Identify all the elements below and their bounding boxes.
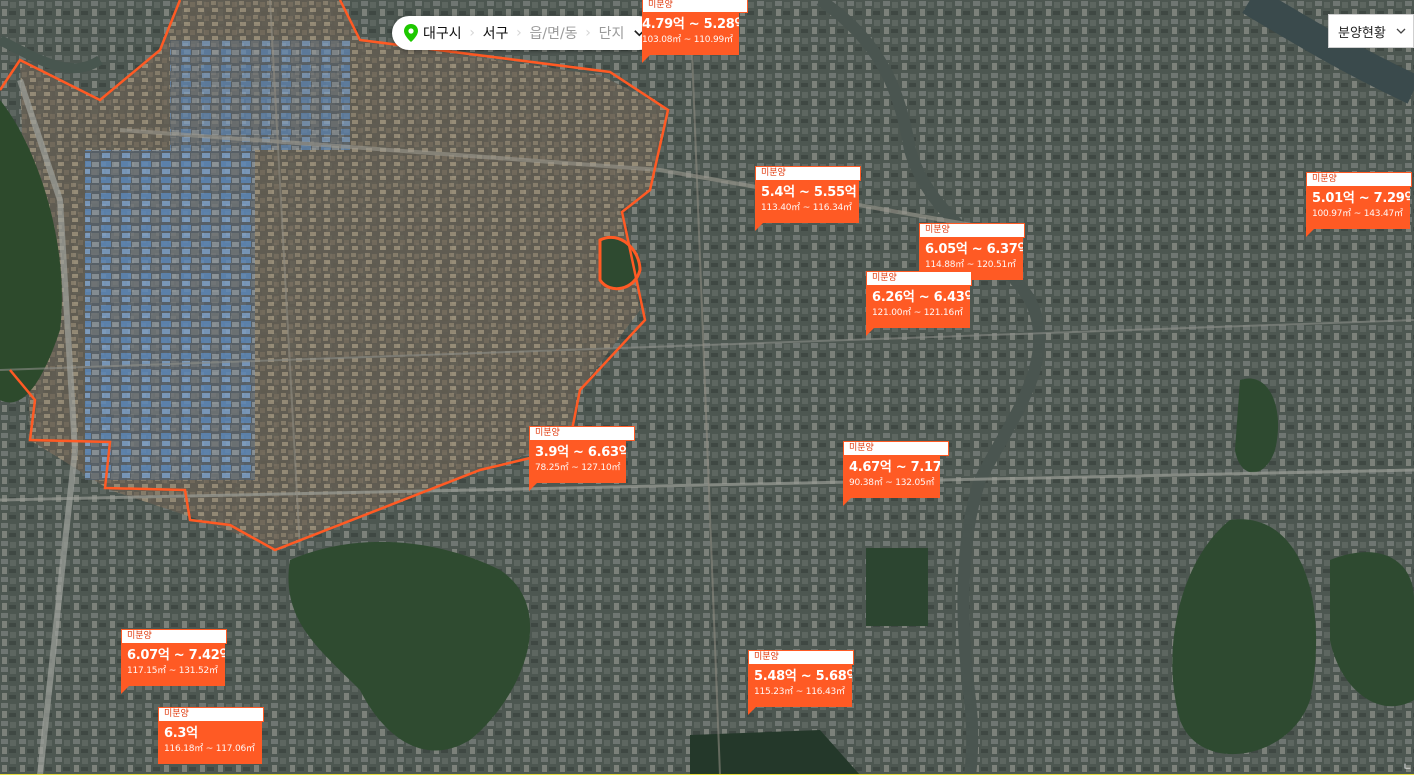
price-range: 6.05억 ~ 6.37억 bbox=[925, 242, 1023, 257]
area-range: 114.88㎡ ~ 120.51㎡ bbox=[925, 260, 1016, 270]
area-range: 113.40㎡ ~ 116.34㎡ bbox=[761, 203, 852, 213]
breadcrumb-city-label: 대구시 bbox=[423, 26, 462, 42]
marker-tail bbox=[866, 327, 875, 336]
price-range: 6.3억 bbox=[164, 726, 198, 741]
breadcrumb-district[interactable]: 서구 bbox=[483, 16, 509, 50]
listing-marker[interactable]: 미분양 6.07억 ~ 7.42억 117.15㎡ ~ 131.52㎡ bbox=[121, 629, 227, 694]
price-range: 5.01억 ~ 7.29억 bbox=[1312, 191, 1410, 206]
breadcrumb-town-label: 읍/면/동 bbox=[529, 26, 578, 42]
area-range: 117.15㎡ ~ 131.52㎡ bbox=[127, 666, 218, 676]
marker-tail bbox=[748, 706, 757, 715]
marker-tail bbox=[843, 497, 852, 506]
marker-body: 6.07억 ~ 7.42억 117.15㎡ ~ 131.52㎡ bbox=[121, 644, 225, 686]
price-range: 6.26억 ~ 6.43억 bbox=[872, 290, 970, 305]
price-range: 3.9억 ~ 6.63억 bbox=[535, 445, 626, 460]
unsold-tag: 미분양 bbox=[919, 223, 1025, 238]
unsold-tag: 미분양 bbox=[866, 271, 972, 286]
breadcrumb-complex[interactable]: 단지 bbox=[599, 16, 625, 50]
separator-icon: › bbox=[469, 25, 475, 41]
separator-icon: › bbox=[585, 25, 591, 41]
price-range: 4.67억 ~ 7.17억 bbox=[849, 460, 940, 475]
breadcrumb-district-label: 서구 bbox=[482, 26, 509, 42]
marker-tail bbox=[642, 54, 651, 63]
sale-status-label: 분양현황 bbox=[1338, 25, 1386, 41]
listing-marker[interactable]: 미분양 4.67억 ~ 7.17억 90.38㎡ ~ 132.05㎡ bbox=[843, 441, 949, 506]
breadcrumb-town[interactable]: 읍/면/동 bbox=[529, 16, 577, 50]
listing-marker[interactable]: 미분양 5.01억 ~ 7.29억 100.97㎡ ~ 143.47㎡ bbox=[1306, 172, 1412, 237]
unsold-tag: 미분양 bbox=[158, 707, 264, 722]
marker-body: 5.01억 ~ 7.29억 100.97㎡ ~ 143.47㎡ bbox=[1306, 187, 1410, 229]
listing-marker[interactable]: 미분양 3.9억 ~ 6.63억 78.25㎡ ~ 127.10㎡ bbox=[529, 426, 635, 491]
location-pin-icon bbox=[404, 24, 418, 42]
area-range: 90.38㎡ ~ 132.05㎡ bbox=[849, 478, 935, 488]
marker-body: 5.4억 ~ 5.55억 113.40㎡ ~ 116.34㎡ bbox=[755, 181, 859, 223]
unsold-tag: 미분양 bbox=[748, 650, 854, 665]
area-range: 103.08㎡ ~ 110.99㎡ bbox=[642, 35, 733, 45]
marker-tail bbox=[1306, 228, 1315, 237]
area-range: 115.23㎡ ~ 116.43㎡ bbox=[754, 687, 845, 697]
unsold-tag: 미분양 bbox=[529, 426, 635, 441]
area-range: 116.18㎡ ~ 117.06㎡ bbox=[164, 744, 255, 754]
listing-marker[interactable]: 미분양 6.26억 ~ 6.43억 121.00㎡ ~ 121.16㎡ bbox=[866, 271, 972, 336]
unsold-tag: 미분양 bbox=[843, 441, 949, 456]
marker-body: 5.48억 ~ 5.68억 115.23㎡ ~ 116.43㎡ bbox=[748, 665, 852, 707]
unsold-tag: 미분양 bbox=[755, 166, 861, 181]
price-range: 5.4억 ~ 5.55억 bbox=[761, 185, 857, 200]
separator-icon: › bbox=[516, 25, 522, 41]
breadcrumb-city[interactable]: 대구시 bbox=[404, 16, 462, 50]
sale-status-dropdown[interactable]: 분양현황 bbox=[1328, 14, 1414, 48]
price-range: 6.07억 ~ 7.42억 bbox=[127, 648, 225, 663]
location-breadcrumb: 대구시 › 서구 › 읍/면/동 › 단지 bbox=[392, 16, 656, 50]
marker-tail bbox=[121, 685, 130, 694]
listing-marker[interactable]: 미분양 6.3억 116.18㎡ ~ 117.06㎡ bbox=[158, 707, 264, 764]
marker-tail bbox=[755, 222, 764, 231]
price-range: 4.79억 ~ 5.28억 bbox=[642, 17, 739, 32]
listing-marker[interactable]: 미분양 4.79억 ~ 5.28억 103.08㎡ ~ 110.99㎡ bbox=[642, 0, 748, 63]
marker-body: 4.67억 ~ 7.17억 90.38㎡ ~ 132.05㎡ bbox=[843, 456, 940, 498]
marker-body: 6.3억 116.18㎡ ~ 117.06㎡ bbox=[158, 722, 262, 764]
marker-body: 3.9억 ~ 6.63억 78.25㎡ ~ 127.10㎡ bbox=[529, 441, 626, 483]
unsold-tag: 미분양 bbox=[121, 629, 227, 644]
unsold-tag: 미분양 bbox=[642, 0, 748, 13]
chevron-down-icon bbox=[1396, 28, 1406, 34]
map-corner-mark: ㄴ bbox=[1402, 762, 1412, 773]
area-range: 100.97㎡ ~ 143.47㎡ bbox=[1312, 209, 1403, 219]
unsold-tag: 미분양 bbox=[1306, 172, 1412, 187]
breadcrumb-complex-label: 단지 bbox=[598, 26, 625, 42]
marker-tail bbox=[529, 482, 538, 491]
marker-body: 6.26억 ~ 6.43억 121.00㎡ ~ 121.16㎡ bbox=[866, 286, 970, 328]
area-range: 121.00㎡ ~ 121.16㎡ bbox=[872, 308, 963, 318]
price-range: 5.48억 ~ 5.68억 bbox=[754, 669, 852, 684]
area-range: 78.25㎡ ~ 127.10㎡ bbox=[535, 463, 621, 473]
listing-marker[interactable]: 미분양 5.4억 ~ 5.55억 113.40㎡ ~ 116.34㎡ bbox=[755, 166, 861, 231]
marker-body: 4.79억 ~ 5.28억 103.08㎡ ~ 110.99㎡ bbox=[642, 13, 739, 55]
listing-marker[interactable]: 미분양 5.48억 ~ 5.68억 115.23㎡ ~ 116.43㎡ bbox=[748, 650, 854, 715]
